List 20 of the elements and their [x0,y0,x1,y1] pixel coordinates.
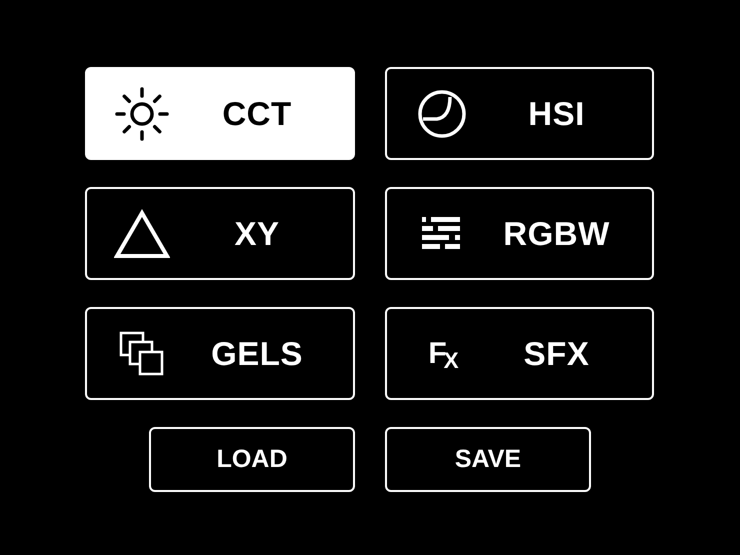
triangle-icon [114,208,170,258]
mode-button[interactable]: GELS [85,307,355,400]
mode-button[interactable]: F$_{X}$ SFX [385,307,654,400]
list-icon [422,216,462,250]
mode-label: GELS [210,334,304,374]
stacked-squares-icon [119,330,165,376]
mode-button[interactable]: XY [85,187,355,280]
mode-label: RGBW [502,214,611,254]
mode-label: SFX [522,334,590,374]
mode-label: CCT [221,94,293,134]
action-button[interactable]: LOAD [149,427,355,492]
mode-label: XY [233,214,281,254]
mode-button[interactable]: RGBW [385,187,654,280]
effects-icon: F$_{X}$ [428,338,456,368]
sun-icon [114,86,170,142]
circle-icon [417,88,467,138]
action-button[interactable]: SAVE [385,427,591,492]
mode-label: HSI [527,94,586,134]
mode-button[interactable]: HSI [385,67,654,160]
mode-button[interactable]: CCT [85,67,355,160]
